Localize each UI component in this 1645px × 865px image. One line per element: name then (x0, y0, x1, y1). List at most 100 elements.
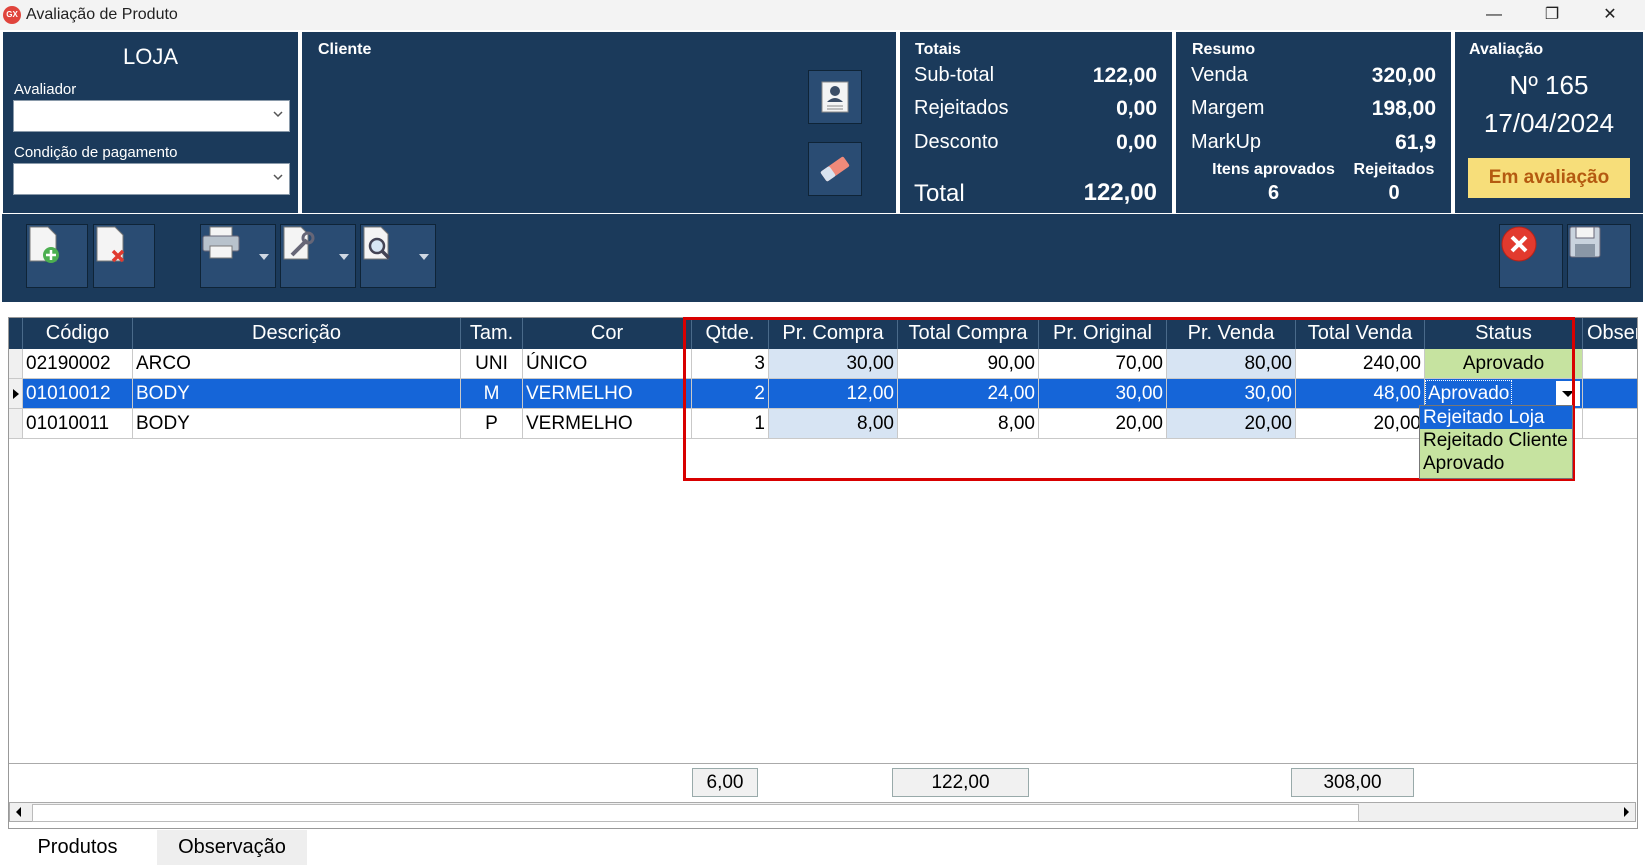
subtotal-value: 122,00 (1092, 64, 1157, 87)
cell-cor[interactable]: VERMELHO (523, 409, 692, 439)
chevron-down-icon (273, 174, 283, 181)
evaluation-panel: Avaliação Nº 165 17/04/2024 Em avaliação (1455, 32, 1643, 213)
totals-panel: Totais Sub-total 122,00 Rejeitados 0,00 … (900, 32, 1172, 213)
markup-label: MarkUp (1191, 131, 1262, 153)
cancel-button[interactable] (1499, 224, 1563, 288)
cell-tam[interactable]: P (461, 409, 523, 439)
client-label: Cliente (318, 41, 372, 58)
store-title: LOJA (122, 44, 179, 69)
cell-descricao[interactable]: ARCO (133, 349, 461, 379)
status-option-rejeitado-cliente[interactable]: Rejeitado Cliente (1420, 429, 1572, 452)
row-indicator[interactable] (9, 349, 23, 379)
footer-divider (9, 763, 1637, 764)
document-tools-icon (283, 226, 315, 260)
summary-title: Resumo (1192, 41, 1256, 58)
total-value: 122,00 (1083, 179, 1157, 206)
horizontal-scrollbar[interactable] (9, 802, 1636, 822)
column-header-codigo[interactable]: Código (23, 318, 133, 349)
cell-observacao[interactable] (1583, 409, 1637, 439)
cancel-icon (1501, 226, 1537, 262)
subtotal-label: Sub-total (914, 64, 995, 86)
status-option-aprovado[interactable]: Aprovado (1420, 452, 1572, 475)
cell-descricao[interactable]: BODY (133, 379, 461, 409)
row-indicator[interactable] (9, 409, 23, 439)
rejected-value: 0,00 (1116, 97, 1157, 120)
new-document-icon (29, 226, 59, 263)
document-search-icon (363, 226, 391, 260)
app-icon: GX (3, 6, 21, 24)
total-label: Total (914, 180, 965, 207)
margin-value: 198,00 (1371, 97, 1436, 120)
column-header-tam[interactable]: Tam. (461, 318, 523, 349)
status-option-rejeitado-loja[interactable]: Rejeitado Loja (1420, 406, 1572, 429)
title-bar: GX Avaliação de Produto — ❐ ✕ (0, 0, 1645, 30)
delete-document-icon (96, 226, 125, 263)
margin-label: Margem (1191, 97, 1265, 119)
approved-items-label: Itens aprovados (1212, 161, 1335, 178)
summary-panel: Resumo Venda 320,00 Margem 198,00 MarkUp… (1176, 32, 1451, 213)
print-button[interactable] (200, 224, 276, 288)
window-title: Avaliação de Produto (26, 6, 178, 23)
status-dropdown-list[interactable]: Rejeitado Loja Rejeitado Cliente Aprovad… (1419, 405, 1573, 479)
row-pointer-icon (13, 389, 19, 399)
payment-label: Condição de pagamento (14, 144, 178, 161)
chevron-down-icon[interactable] (419, 254, 429, 260)
restore-button[interactable]: ❐ (1523, 0, 1581, 30)
toolbar (2, 214, 1643, 302)
tools-button[interactable] (280, 224, 356, 288)
discount-value: 0,00 (1116, 131, 1157, 154)
row-indicator-header (9, 318, 23, 349)
rejected-items-value: 0 (1388, 182, 1400, 204)
evaluation-title: Avaliação (1469, 41, 1544, 58)
cell-tam[interactable]: M (461, 379, 523, 409)
cell-observacao[interactable] (1583, 379, 1637, 409)
delete-item-button[interactable] (93, 224, 155, 288)
minimize-button[interactable]: — (1465, 0, 1523, 30)
sale-label: Venda (1191, 64, 1248, 86)
cell-codigo[interactable]: 01010012 (23, 379, 133, 409)
new-item-button[interactable] (26, 224, 88, 288)
tab-produtos[interactable]: Produtos (0, 830, 155, 865)
evaluation-date: 17/04/2024 (1483, 108, 1615, 138)
clear-client-button[interactable] (808, 142, 862, 196)
rejected-items-label: Rejeitados (1353, 161, 1435, 178)
tab-observacao[interactable]: Observação (157, 830, 307, 865)
rejected-label: Rejeitados (914, 97, 1009, 119)
chevron-down-icon[interactable] (339, 254, 349, 260)
evaluator-label: Avaliador (14, 81, 77, 98)
evaluation-number: Nº 165 (1509, 70, 1589, 100)
footer-total-compra: 122,00 (892, 768, 1029, 797)
cell-codigo[interactable]: 02190002 (23, 349, 133, 379)
discount-label: Desconto (914, 131, 999, 153)
cell-cor[interactable]: ÚNICO (523, 349, 692, 379)
cell-cor[interactable]: VERMELHO (523, 379, 692, 409)
cell-observacao[interactable] (1583, 349, 1637, 379)
client-card-icon (821, 81, 849, 113)
markup-value: 61,9 (1395, 131, 1436, 154)
select-client-button[interactable] (808, 70, 862, 124)
footer-total-venda: 308,00 (1291, 768, 1414, 797)
column-header-descricao[interactable]: Descrição (133, 318, 461, 349)
footer-qtde-total: 6,00 (692, 768, 758, 797)
status-badge: Em avaliação (1468, 158, 1630, 198)
column-header-observacao[interactable]: Observ (1583, 318, 1637, 349)
cell-descricao[interactable]: BODY (133, 409, 461, 439)
search-button[interactable] (360, 224, 436, 288)
chevron-down-icon (273, 111, 283, 118)
save-button[interactable] (1567, 224, 1631, 288)
scroll-left-icon[interactable] (10, 803, 28, 821)
totals-title: Totais (915, 41, 961, 58)
column-header-cor[interactable]: Cor (523, 318, 692, 349)
save-icon (1569, 226, 1601, 258)
row-indicator[interactable] (9, 379, 23, 409)
cell-codigo[interactable]: 01010011 (23, 409, 133, 439)
eraser-icon (820, 156, 850, 182)
scroll-right-icon[interactable] (1617, 803, 1635, 821)
cell-tam[interactable]: UNI (461, 349, 523, 379)
payment-dropdown[interactable] (13, 163, 290, 195)
approved-items-value: 6 (1267, 182, 1280, 204)
evaluator-dropdown[interactable] (13, 100, 290, 132)
scroll-thumb[interactable] (32, 804, 1359, 822)
close-window-button[interactable]: ✕ (1581, 0, 1639, 30)
chevron-down-icon[interactable] (259, 254, 269, 260)
